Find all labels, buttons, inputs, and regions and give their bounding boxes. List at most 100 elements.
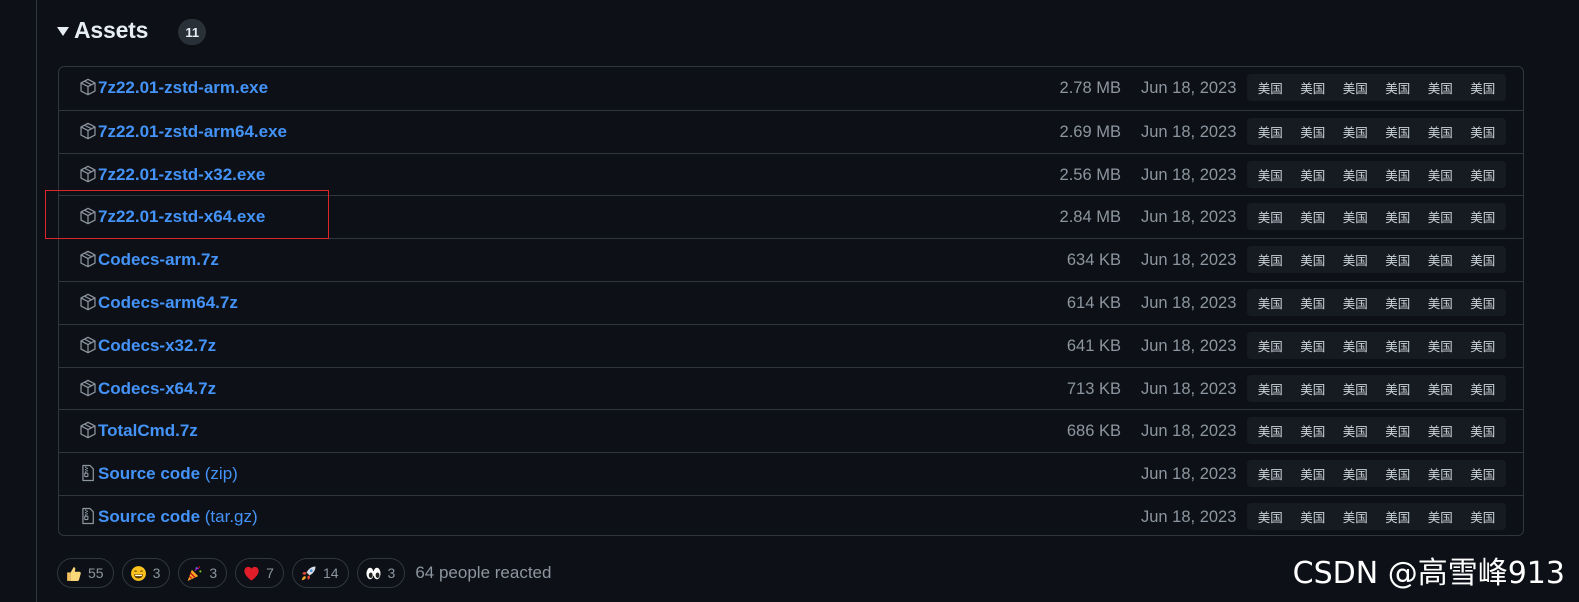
mirror-link-us[interactable]: 美国 — [1385, 421, 1410, 440]
mirror-link-us[interactable]: 美国 — [1258, 507, 1283, 526]
mirror-link-us[interactable]: 美国 — [1385, 293, 1410, 312]
mirror-link-us[interactable]: 美国 — [1258, 336, 1283, 355]
mirror-link-us[interactable]: 美国 — [1470, 336, 1495, 355]
mirror-link-us[interactable]: 美国 — [1428, 78, 1453, 97]
mirror-link-us[interactable]: 美国 — [1343, 122, 1368, 141]
mirror-link-us[interactable]: 美国 — [1300, 207, 1325, 226]
mirror-link-us[interactable]: 美国 — [1470, 464, 1495, 483]
mirror-link-us[interactable]: 美国 — [1300, 165, 1325, 184]
mirror-link-us[interactable]: 美国 — [1428, 507, 1453, 526]
mirror-link-us[interactable]: 美国 — [1343, 421, 1368, 440]
mirror-link-us[interactable]: 美国 — [1470, 507, 1495, 526]
heart-icon — [243, 565, 260, 582]
asset-download-link[interactable]: 7z22.01-zstd-arm.exe — [98, 67, 268, 109]
mirror-link-us[interactable]: 美国 — [1258, 207, 1283, 226]
eyes-icon — [365, 565, 382, 582]
mirror-link-us[interactable]: 美国 — [1428, 122, 1453, 141]
mirror-link-us[interactable]: 美国 — [1343, 165, 1368, 184]
mirror-link-us[interactable]: 美国 — [1470, 421, 1495, 440]
reaction-button[interactable]: 55 — [57, 558, 114, 588]
reaction-button[interactable]: 3 — [356, 558, 406, 588]
mirror-link-us[interactable]: 美国 — [1258, 250, 1283, 269]
mirror-link-us[interactable]: 美国 — [1428, 165, 1453, 184]
asset-download-link[interactable]: Source code (tar.gz) — [98, 496, 258, 535]
reaction-button[interactable]: 3 — [121, 558, 171, 588]
mirror-link-us[interactable]: 美国 — [1258, 165, 1283, 184]
asset-download-link[interactable]: Codecs-arm64.7z — [98, 282, 238, 324]
asset-row: Codecs-x64.7z 713 KB Jun 18, 2023 美国 美国 美国 美国美… — [59, 366, 1523, 410]
asset-row: TotalCmd.7z 686 KB Jun 18, 2023 美国 美国 美国 美国 美国美… — [59, 409, 1523, 451]
mirror-link-us[interactable]: 美国 — [1300, 122, 1325, 141]
asset-name: 7z22.01-zstd-arm.exe — [98, 78, 269, 97]
assets-summary-toggle[interactable]: Assets 11 — [57, 14, 207, 46]
reaction-button[interactable]: 7 — [235, 558, 284, 588]
asset-size: 2.56 MB — [1059, 165, 1121, 184]
asset-download-link[interactable]: Source code (zip) — [98, 453, 238, 495]
mirror-link-us[interactable]: 美国 — [1470, 293, 1495, 312]
mirror-link-us[interactable]: 美国 — [1428, 379, 1453, 398]
mirror-link-us[interactable]: 美国 — [1258, 464, 1283, 483]
mirror-link-us[interactable]: 美国 — [1428, 421, 1453, 440]
mirror-link-us[interactable]: 美国 — [1385, 165, 1410, 184]
assets-list: 7z22.01-zstd-arm.exe 2.78 MB Jun 18, 2023 美… — [58, 66, 1524, 536]
mirror-link-us[interactable]: 美国 — [1385, 122, 1410, 141]
mirror-link-us[interactable]: 美国 — [1385, 78, 1410, 97]
mirror-link-us[interactable]: 美国 — [1343, 78, 1368, 97]
package-icon — [79, 421, 97, 439]
mirror-link-us[interactable]: 美国 — [1258, 293, 1283, 312]
asset-download-link[interactable]: TotalCmd.7z — [98, 410, 198, 452]
mirror-link-us[interactable]: 美国 — [1343, 336, 1368, 355]
mirror-link-us[interactable]: 美国 — [1300, 507, 1325, 526]
mirror-link-us[interactable]: 美国 — [1343, 379, 1368, 398]
mirror-link-us[interactable]: 美国 — [1470, 207, 1495, 226]
asset-download-link[interactable]: Codecs-arm.7z — [98, 239, 219, 281]
mirror-link-us[interactable]: 美国 — [1428, 464, 1453, 483]
mirror-link-us[interactable]: 美国 — [1385, 507, 1410, 526]
mirror-link-us[interactable]: 美国 — [1343, 207, 1368, 226]
mirror-link-us[interactable]: 美国 — [1258, 421, 1283, 440]
mirror-link-us[interactable]: 美国 — [1300, 336, 1325, 355]
mirror-link-us[interactable]: 美国 — [1470, 78, 1495, 97]
mirror-link-us[interactable]: 美国 — [1470, 165, 1495, 184]
mirror-link-us[interactable]: 美国 — [1428, 207, 1453, 226]
asset-name: Codecs-x64.7z — [98, 378, 217, 398]
asset-name: Source code — [98, 507, 201, 526]
mirror-link-us[interactable]: 美国 — [1428, 336, 1453, 355]
mirror-link-us[interactable]: 美国 — [1343, 293, 1368, 312]
mirror-link-us[interactable]: 美国 — [1300, 379, 1325, 398]
mirror-link-us[interactable]: 美国 — [1300, 78, 1325, 97]
asset-date: Jun 18, 2023 — [1141, 122, 1237, 141]
mirror-link-us[interactable]: 美国 — [1385, 464, 1410, 483]
mirror-link-us[interactable]: 美国 — [1428, 250, 1453, 269]
package-icon — [79, 336, 97, 354]
asset-download-link[interactable]: 7z22.01-zstd-arm64.exe — [98, 111, 287, 153]
asset-row: Codecs-arm.7z 634 KB Jun 18, 2023 美国 美国 美国 美国美… — [59, 238, 1523, 280]
asset-date: Jun 18, 2023 — [1141, 79, 1237, 97]
mirror-link-us[interactable]: 美国 — [1470, 379, 1495, 398]
asset-date: Jun 18, 2023 — [1141, 165, 1237, 184]
mirror-link-us[interactable]: 美国 — [1343, 507, 1368, 526]
asset-name: Source code — [98, 464, 201, 484]
asset-download-link[interactable]: Codecs-x32.7z — [98, 325, 216, 367]
mirror-link-us[interactable]: 美国 — [1470, 122, 1495, 141]
reaction-button[interactable]: 3 — [178, 558, 228, 588]
mirror-link-us[interactable]: 美国 — [1300, 421, 1325, 440]
mirror-links-group: 美国 美国 美国 美国 美国 美国 — [1247, 417, 1506, 445]
mirror-link-us[interactable]: 美国 — [1385, 207, 1410, 226]
mirror-link-us[interactable]: 美国 — [1300, 464, 1325, 483]
mirror-link-us[interactable]: 美国 — [1385, 379, 1410, 398]
mirror-link-us[interactable]: 美国 — [1258, 122, 1283, 141]
asset-download-link[interactable]: Codecs-x64.7z — [98, 368, 216, 410]
mirror-link-us[interactable]: 美国 — [1300, 293, 1325, 312]
mirror-link-us[interactable]: 美国 — [1470, 250, 1495, 269]
mirror-link-us[interactable]: 美国 — [1385, 336, 1410, 355]
mirror-link-us[interactable]: 美国 — [1428, 293, 1453, 312]
reaction-button[interactable]: 14 — [291, 558, 349, 588]
mirror-link-us[interactable]: 美国 — [1385, 250, 1410, 269]
mirror-link-us[interactable]: 美国 — [1258, 78, 1283, 97]
mirror-link-us[interactable]: 美国 — [1300, 250, 1325, 269]
mirror-link-us[interactable]: 美国 — [1343, 464, 1368, 483]
mirror-link-us[interactable]: 美国 — [1258, 379, 1283, 398]
mirror-link-us[interactable]: 美国 — [1343, 250, 1368, 269]
annotation-highlight-box — [45, 190, 329, 239]
